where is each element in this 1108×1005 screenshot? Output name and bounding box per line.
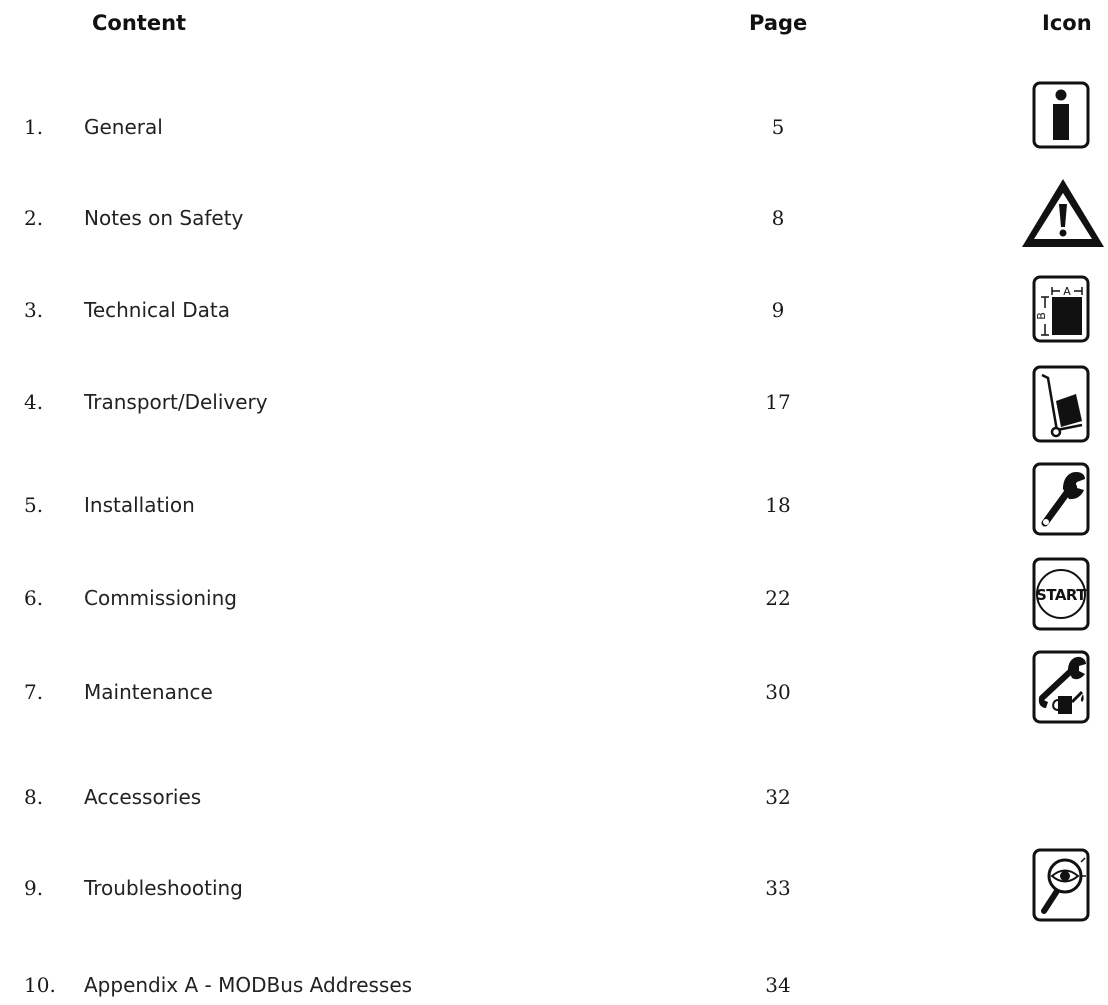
toc-row-page[interactable]: 18 [740, 485, 816, 525]
content-column-header: Content [92, 11, 187, 35]
toc-row-page[interactable]: 8 [740, 198, 816, 238]
toc-row-number: 10. [24, 973, 56, 997]
toc-row-title[interactable]: Installation [84, 485, 195, 525]
toc-row-number: 2. [24, 206, 44, 230]
toc-row-title[interactable]: Transport/Delivery [84, 382, 268, 422]
toc-row-title[interactable]: Accessories [84, 777, 201, 817]
toc-row-page[interactable]: 9 [740, 290, 816, 330]
toc-row-general[interactable]: 1. General 5 [0, 81, 1108, 149]
toc-row-title[interactable]: General [84, 107, 163, 147]
toc-row-page[interactable]: 34 [740, 965, 816, 1005]
toc-row-notes-on-safety[interactable]: 2. Notes on Safety 8 [0, 179, 1108, 247]
toc-row-number: 6. [24, 586, 44, 610]
hand-truck-icon [1032, 365, 1090, 443]
start-label: START [1036, 586, 1087, 604]
toc-row-title[interactable]: Notes on Safety [84, 198, 243, 238]
dimensions-icon: A B [1032, 275, 1090, 343]
start-icon: START [1032, 557, 1090, 631]
toc-row-number: 7. [24, 680, 44, 704]
toc-row-installation[interactable]: 5. Installation 18 [0, 462, 1108, 536]
toc-row-number: 4. [24, 390, 44, 414]
toc-row-transport-delivery[interactable]: 4. Transport/Delivery 17 [0, 365, 1108, 443]
toc-row-number: 8. [24, 785, 44, 809]
toc-row-page[interactable]: 32 [740, 777, 816, 817]
page-column-header: Page [749, 11, 808, 35]
toc-row-appendix-a[interactable]: 10. Appendix A - MODBus Addresses 34 [0, 965, 1108, 1005]
toc-row-number: 3. [24, 298, 44, 322]
toc-row-page[interactable]: 17 [740, 382, 816, 422]
toc-row-title[interactable]: Commissioning [84, 578, 237, 618]
toc-row-page[interactable]: 30 [740, 672, 816, 712]
dimension-b-label: B [1035, 312, 1048, 320]
toc-row-title[interactable]: Technical Data [84, 290, 230, 330]
toc-row-number: 9. [24, 876, 44, 900]
toc-row-accessories[interactable]: 8. Accessories 32 [0, 777, 1108, 817]
toc-row-page[interactable]: 33 [740, 868, 816, 908]
toc-row-page[interactable]: 5 [740, 107, 816, 147]
toc-row-page[interactable]: 22 [740, 578, 816, 618]
toc-row-technical-data[interactable]: 3. Technical Data 9 A B [0, 275, 1108, 343]
wrench-icon [1032, 462, 1090, 536]
toc-row-troubleshooting[interactable]: 9. Troubleshooting 33 [0, 848, 1108, 922]
magnifier-eye-icon [1032, 848, 1090, 922]
toc-row-title[interactable]: Maintenance [84, 672, 213, 712]
toc-row-title[interactable]: Appendix A - MODBus Addresses [84, 965, 412, 1005]
toc-row-commissioning[interactable]: 6. Commissioning 22 START [0, 557, 1108, 631]
icon-column-header: Icon [1042, 11, 1092, 35]
maintenance-wrench-oilcan-icon [1032, 650, 1090, 724]
dimension-a-label: A [1063, 285, 1071, 298]
toc-row-maintenance[interactable]: 7. Maintenance 30 [0, 650, 1108, 724]
info-icon [1032, 81, 1090, 149]
toc-row-number: 1. [24, 115, 44, 139]
toc-row-number: 5. [24, 493, 44, 517]
toc-row-title[interactable]: Troubleshooting [84, 868, 243, 908]
warning-triangle-icon [1022, 179, 1104, 247]
